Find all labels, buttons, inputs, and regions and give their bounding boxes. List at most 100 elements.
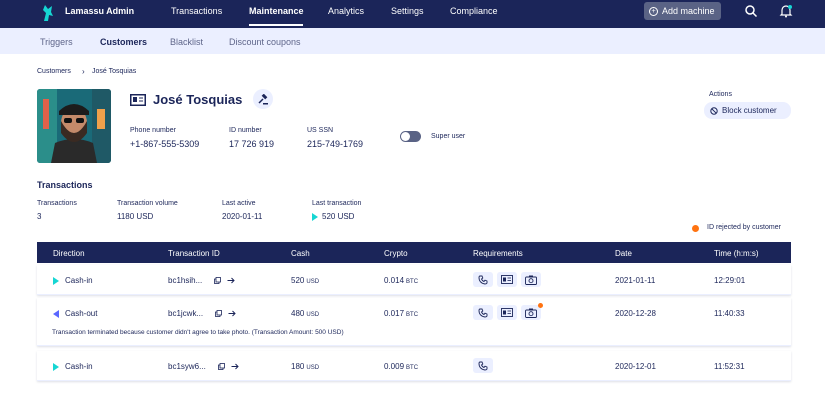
direction-label: Cash-in: [65, 362, 93, 371]
stat-volume-label: Transaction volume: [117, 200, 178, 207]
stat-volume-value: 1180 USD: [117, 212, 154, 221]
id-card-icon: [501, 308, 513, 317]
phone-icon: [478, 308, 488, 317]
th-time[interactable]: Time (h:m:s): [714, 249, 759, 258]
requirement-id-card[interactable]: [497, 305, 517, 320]
nav-settings[interactable]: Settings: [391, 6, 424, 16]
th-transaction-id[interactable]: Transaction ID: [168, 249, 220, 258]
breadcrumb-customers[interactable]: Customers: [37, 68, 71, 75]
requirement-phone[interactable]: [473, 358, 493, 373]
nav-maintenance[interactable]: Maintenance: [249, 6, 304, 16]
direction-label: Cash-in: [65, 276, 93, 285]
chevron-right-icon: ›: [82, 67, 85, 76]
id-card-icon: [130, 94, 146, 106]
phone-icon: [478, 361, 488, 370]
cash-cell: 180 USD: [291, 362, 319, 371]
crypto-cell: 0.014 BTC: [384, 276, 418, 285]
th-date[interactable]: Date: [615, 249, 632, 258]
customer-photo[interactable]: [37, 89, 111, 163]
stat-last-tx-value: 520 USD: [322, 212, 355, 221]
time-cell: 11:40:33: [714, 309, 745, 318]
cash-cell: 520 USD: [291, 276, 319, 285]
copy-icon[interactable]: [214, 277, 222, 284]
block-customer-button[interactable]: Block customer: [704, 102, 791, 119]
id-rejected-indicator-dot: [538, 303, 543, 308]
th-crypto[interactable]: Crypto: [384, 249, 408, 258]
toggle-knob: [401, 132, 410, 141]
ssn-label: US SSN: [307, 127, 334, 134]
table-row[interactable]: Cash-in bc1syw6... 180 USD 0.009 BTC 2020-…: [37, 351, 791, 381]
nav-analytics[interactable]: Analytics: [328, 6, 364, 16]
copy-icon[interactable]: [217, 363, 225, 370]
external-link-arrow-icon[interactable]: [227, 277, 235, 284]
transactions-table-header: Direction Transaction ID Cash Crypto Req…: [37, 242, 791, 263]
nav-compliance[interactable]: Compliance: [450, 6, 498, 16]
th-requirements[interactable]: Requirements: [473, 249, 523, 258]
subnav-blacklist[interactable]: Blacklist: [170, 37, 203, 47]
date-cell: 2020-12-28: [615, 309, 656, 318]
lamassu-logo-icon[interactable]: [40, 4, 56, 22]
nav-active-indicator: [249, 24, 303, 26]
crypto-unit: BTC: [406, 365, 419, 371]
stat-last-tx: 520 USD: [312, 212, 354, 221]
add-machine-label: Add machine: [662, 6, 715, 16]
cash-unit: USD: [306, 365, 320, 371]
external-link-arrow-icon[interactable]: [228, 310, 236, 317]
notification-bell-icon[interactable]: [779, 4, 793, 18]
subnav-customers[interactable]: Customers: [100, 37, 147, 47]
phone-icon: [478, 275, 488, 284]
sub-navbar: Triggers Customers Blacklist Discount co…: [0, 28, 825, 54]
cash-in-arrow-icon: [312, 212, 318, 221]
crypto-unit: BTC: [406, 312, 419, 318]
subnav-triggers[interactable]: Triggers: [40, 37, 73, 47]
th-cash[interactable]: Cash: [291, 249, 310, 258]
camera-icon: [525, 308, 537, 318]
phone-label: Phone number: [130, 127, 176, 134]
block-icon: [710, 106, 718, 115]
stat-last-tx-label: Last transaction: [312, 200, 362, 207]
cash-amount: 520: [291, 276, 305, 285]
table-row[interactable]: Cash-out bc1jcwk... 480 USD 0.017 BTC 2020…: [37, 298, 791, 346]
nav-transactions[interactable]: Transactions: [171, 6, 222, 16]
direction-label: Cash-out: [65, 309, 98, 318]
cash-unit: USD: [306, 279, 320, 285]
camera-icon: [525, 275, 537, 285]
date-cell: 2020-12-01: [615, 362, 656, 371]
stat-last-active-value: 2020-01-11: [222, 212, 263, 221]
th-direction[interactable]: Direction: [53, 249, 85, 258]
crypto-amount: 0.017: [384, 309, 405, 318]
time-cell: 12:29:01: [714, 276, 746, 285]
stat-transactions-value: 3: [37, 212, 42, 221]
transaction-error-note: Transaction terminated because customer …: [52, 329, 344, 336]
tx-id: bc1syw6...: [168, 362, 206, 371]
id-rejected-legend-text: ID rejected by customer: [707, 224, 781, 231]
customer-name: José Tosquias: [153, 92, 243, 107]
copy-icon[interactable]: [215, 310, 223, 317]
top-navbar: Lamassu Admin Transactions Maintenance A…: [0, 0, 825, 28]
requirement-phone[interactable]: [473, 305, 493, 320]
crypto-unit: BTC: [406, 279, 419, 285]
super-user-toggle[interactable]: [400, 131, 421, 142]
actions-label: Actions: [709, 91, 732, 98]
id-number-label: ID number: [229, 127, 262, 134]
tx-id-cell: bc1jcwk...: [168, 309, 236, 318]
tx-id: bc1hsih...: [168, 276, 203, 285]
search-icon[interactable]: [744, 4, 758, 18]
cash-amount: 480: [291, 309, 305, 318]
add-machine-button[interactable]: + Add machine: [644, 2, 721, 20]
crypto-cell: 0.017 BTC: [384, 309, 418, 318]
requirement-phone[interactable]: [473, 272, 493, 287]
tx-id-cell: bc1hsih...: [168, 276, 235, 285]
gavel-icon: [257, 93, 268, 104]
requirement-id-card[interactable]: [497, 272, 517, 287]
subnav-discount-coupons[interactable]: Discount coupons: [229, 37, 301, 47]
crypto-amount: 0.009: [384, 362, 405, 371]
direction-cell: Cash-in: [53, 362, 93, 371]
requirement-photo[interactable]: [521, 272, 541, 287]
date-cell: 2021-01-11: [615, 276, 656, 285]
external-link-arrow-icon[interactable]: [231, 363, 239, 370]
table-row[interactable]: Cash-in bc1hsih... 520 USD 0.014 BTC 2021-…: [37, 265, 791, 295]
brand-title[interactable]: Lamassu Admin: [65, 6, 134, 16]
direction-cell: Cash-in: [53, 276, 93, 285]
gavel-button[interactable]: [253, 89, 273, 109]
